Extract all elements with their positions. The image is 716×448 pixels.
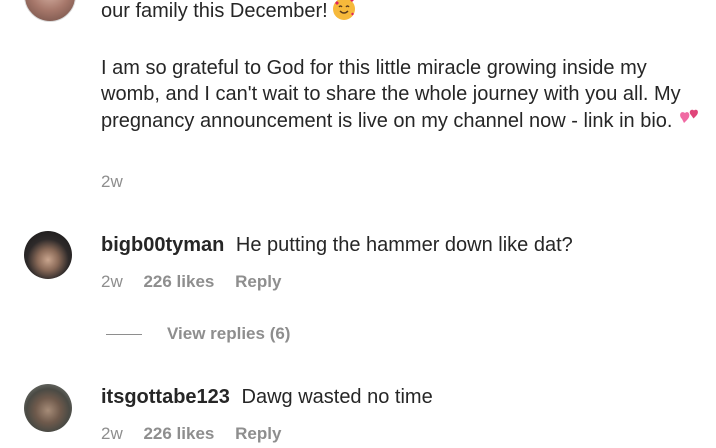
- caption-first-line: our family this December!: [101, 0, 356, 24]
- comment-row: itsgottabe123 Dawg wasted no time: [101, 386, 433, 409]
- caption-meta: 2w: [101, 172, 139, 192]
- view-replies-label[interactable]: View replies (6): [167, 324, 290, 344]
- view-replies-divider: [106, 333, 142, 335]
- caption-timestamp: 2w: [101, 172, 123, 191]
- caption-body: I am so grateful to God for this little …: [101, 55, 711, 134]
- comment-row: bigb00tyman He putting the hammer down l…: [101, 234, 573, 257]
- author-avatar[interactable]: [24, 0, 76, 22]
- comment-text: Dawg wasted no time: [241, 386, 433, 408]
- two-hearts-icon: [678, 107, 702, 129]
- comment-text: He putting the hammer down like dat?: [235, 234, 573, 256]
- commenter-avatar[interactable]: [24, 231, 72, 279]
- comment-username[interactable]: itsgottabe123: [101, 386, 230, 408]
- reply-button[interactable]: Reply: [235, 272, 281, 291]
- comment-likes[interactable]: 226 likes: [143, 272, 214, 291]
- smiling-face-with-hearts-icon: [333, 0, 356, 20]
- comment-meta: 2w 226 likes Reply: [101, 424, 297, 444]
- caption-body-text: I am so grateful to God for this little …: [101, 57, 681, 132]
- caption-line-text: our family this December!: [101, 0, 328, 22]
- reply-button[interactable]: Reply: [235, 424, 281, 443]
- comment-username[interactable]: bigb00tyman: [101, 234, 224, 256]
- comment-meta: 2w 226 likes Reply: [101, 272, 297, 292]
- comment-timestamp: 2w: [101, 424, 123, 443]
- comment-likes[interactable]: 226 likes: [143, 424, 214, 443]
- comment-timestamp: 2w: [101, 272, 123, 291]
- commenter-avatar[interactable]: [24, 384, 72, 432]
- comments-panel: our family this December! I am so gratef…: [0, 0, 716, 448]
- view-replies-button[interactable]: View replies (6): [106, 324, 290, 344]
